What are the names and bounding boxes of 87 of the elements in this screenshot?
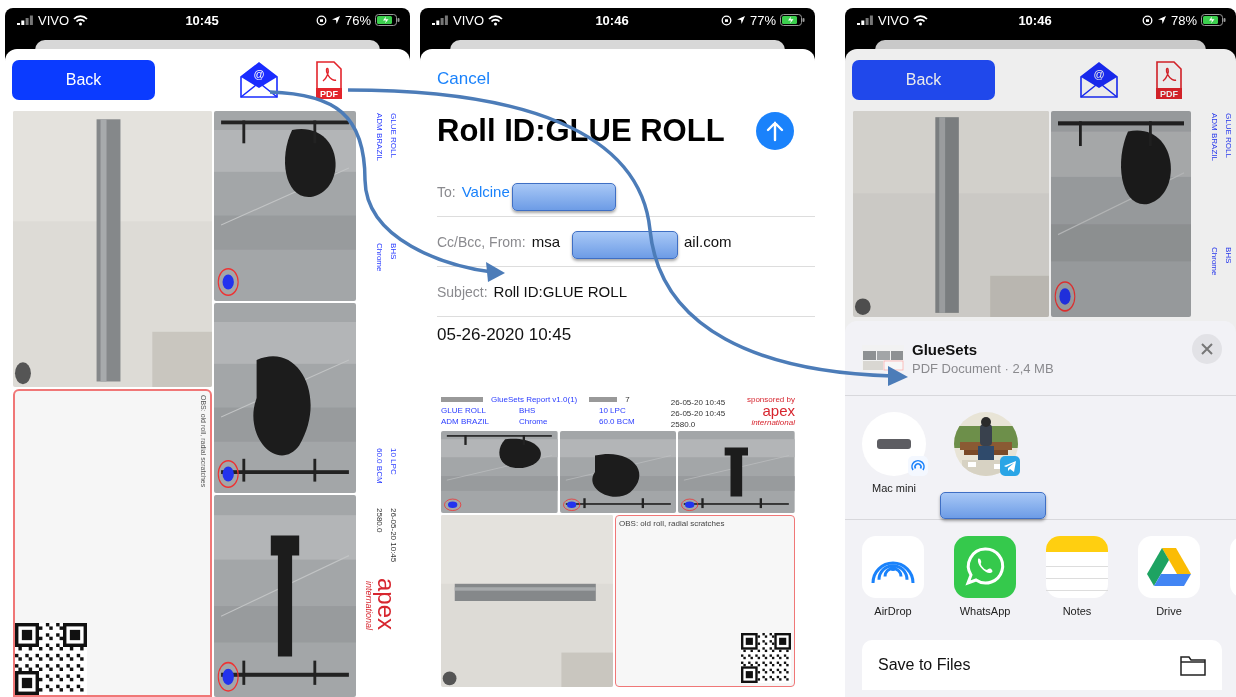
recipient-field[interactable]: Valcine (461, 183, 510, 200)
location-icon (735, 15, 746, 25)
report-label: GLUE ROLL (1224, 113, 1233, 160)
report-label: Chrome (519, 417, 549, 426)
report-label: BHS (519, 406, 537, 415)
airdrop-icon[interactable] (862, 536, 924, 598)
to-label: To: (437, 183, 456, 200)
logo-subtitle: international (751, 418, 795, 427)
signal-icon (17, 15, 34, 25)
report-label: 2580.0 (375, 508, 384, 535)
location-icon (330, 15, 341, 25)
drive-icon[interactable] (1138, 536, 1200, 598)
redacted-bar (441, 397, 483, 402)
battery-charging-icon (780, 14, 805, 26)
sender-address: ail.com (684, 233, 732, 250)
report-label: ADM BRAZIL (375, 113, 384, 163)
report-label: GLUE ROLL (389, 113, 398, 160)
file-info: PDF Document · 2,4 MB (912, 360, 1055, 376)
email-icon[interactable]: @ (1079, 61, 1119, 99)
carrier-name: VIVO (878, 12, 910, 28)
battery-percent: 77% (749, 12, 776, 28)
clock-time: 10:45 (185, 12, 219, 28)
orientation-lock-icon (315, 14, 327, 26)
logo-subtitle: international (364, 581, 374, 631)
report-label: BHS (1224, 247, 1233, 266)
close-icon (1201, 343, 1213, 355)
report-label: GLUE ROLL (441, 406, 487, 415)
email-body[interactable]: 05-26-2020 10:45 (437, 325, 815, 345)
airdrop-badge-icon (908, 456, 928, 476)
report-title: GlueSets Report v1.0(1) (491, 395, 578, 404)
subject-field[interactable]: Roll ID:GLUE ROLL (493, 283, 627, 300)
back-button[interactable]: Back (852, 60, 995, 100)
report-label: 10 LPC (389, 448, 398, 477)
battery-percent: 76% (344, 12, 371, 28)
signal-icon (432, 15, 449, 25)
save-to-files-button[interactable]: Save to Files (862, 640, 1222, 690)
wifi-icon (913, 14, 929, 26)
report-label: Chrome (375, 243, 384, 274)
signal-icon (857, 15, 874, 25)
report-label: BHS (389, 243, 398, 262)
wifi-icon (488, 14, 504, 26)
report-label: Chrome (1210, 247, 1219, 278)
clock-time: 10:46 (595, 12, 629, 28)
send-button[interactable] (756, 112, 794, 150)
battery-percent: 78% (1170, 12, 1197, 28)
sponsor-text: sponsored by (746, 395, 795, 404)
arrow-up-icon (765, 120, 785, 142)
orientation-lock-icon (720, 14, 732, 26)
email-icon[interactable]: @ (239, 61, 279, 99)
subject-label: Subject: (437, 283, 488, 300)
report-count: 7 (625, 395, 630, 404)
file-name: GlueSets (912, 340, 979, 358)
clock-time: 10:46 (1018, 12, 1052, 28)
report-label: 60.0 BCM (599, 417, 636, 426)
app-name: Notes (1062, 605, 1092, 617)
battery-charging-icon (1201, 14, 1226, 26)
location-icon (1156, 15, 1167, 25)
wifi-icon (73, 14, 89, 26)
report-label: 10 LPC (599, 406, 627, 415)
app-name: Drive (1156, 605, 1182, 617)
observation-text: OBS: old roll, radial scratches (619, 519, 726, 528)
qr-code-drawing (741, 633, 791, 683)
report-label: ADM BRAZIL (441, 417, 490, 426)
report-date: 2580.0 (670, 420, 697, 429)
logo-text: apex (762, 404, 795, 418)
report-label: ADM BRAZIL (1210, 113, 1219, 163)
report-label: 60.0 BCM (375, 448, 384, 486)
sender-address: msa (531, 233, 560, 250)
whatsapp-icon[interactable] (954, 536, 1016, 598)
from-label: Cc/Bcc, From: (437, 233, 526, 250)
close-button[interactable] (1192, 334, 1222, 364)
battery-charging-icon (375, 14, 400, 26)
carrier-name: VIVO (453, 12, 485, 28)
contact-name: Mac mini (872, 482, 916, 494)
folder-icon (1180, 654, 1206, 676)
app-name: WhatsApp (959, 605, 1011, 617)
app-name: AirDrop (874, 605, 912, 617)
telegram-icon (1000, 456, 1020, 476)
report-date: 26-05-20 10:45 (670, 398, 726, 407)
orientation-lock-icon (1141, 14, 1153, 26)
cancel-link[interactable]: Cancel (437, 69, 490, 89)
report-label: 26-05-20 10:45 (389, 508, 398, 565)
redacted-bar (589, 397, 618, 402)
back-button[interactable]: Back (12, 60, 155, 100)
carrier-name: VIVO (38, 12, 70, 28)
logo-text: apex (374, 578, 398, 631)
report-date: 26-05-20 10:45 (670, 409, 726, 418)
